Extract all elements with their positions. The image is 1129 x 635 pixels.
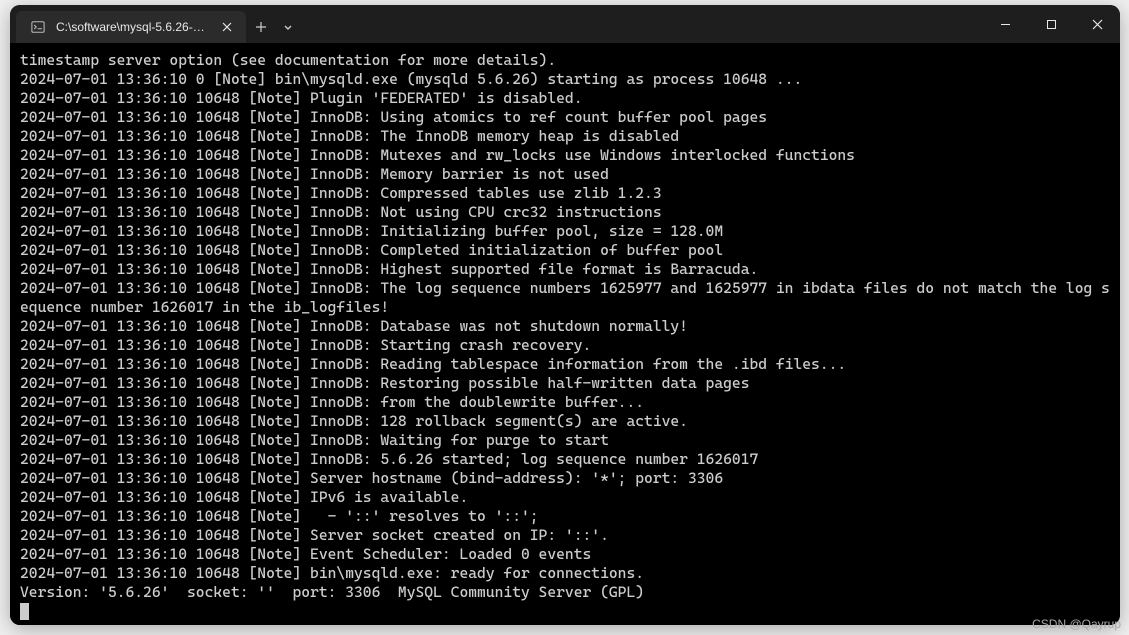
tab-dropdown-button[interactable] — [276, 11, 300, 43]
terminal-icon — [30, 19, 46, 35]
tab-strip: C:\software\mysql-5.6.26-win — [10, 5, 982, 43]
titlebar[interactable]: C:\software\mysql-5.6.26-win — [10, 5, 1120, 43]
minimize-button[interactable] — [982, 5, 1028, 43]
terminal-body[interactable]: timestamp server option (see documentati… — [10, 43, 1120, 625]
tab-active[interactable]: C:\software\mysql-5.6.26-win — [16, 11, 246, 43]
tab-close-button[interactable] — [218, 18, 236, 36]
window-controls — [982, 5, 1120, 43]
new-tab-button[interactable] — [246, 11, 276, 43]
close-button[interactable] — [1074, 5, 1120, 43]
maximize-button[interactable] — [1028, 5, 1074, 43]
terminal-window: C:\software\mysql-5.6.26-win — [10, 5, 1120, 625]
cursor — [20, 603, 29, 620]
watermark: CSDN @Qayrup — [1032, 617, 1121, 631]
tab-title: C:\software\mysql-5.6.26-win — [56, 20, 208, 34]
